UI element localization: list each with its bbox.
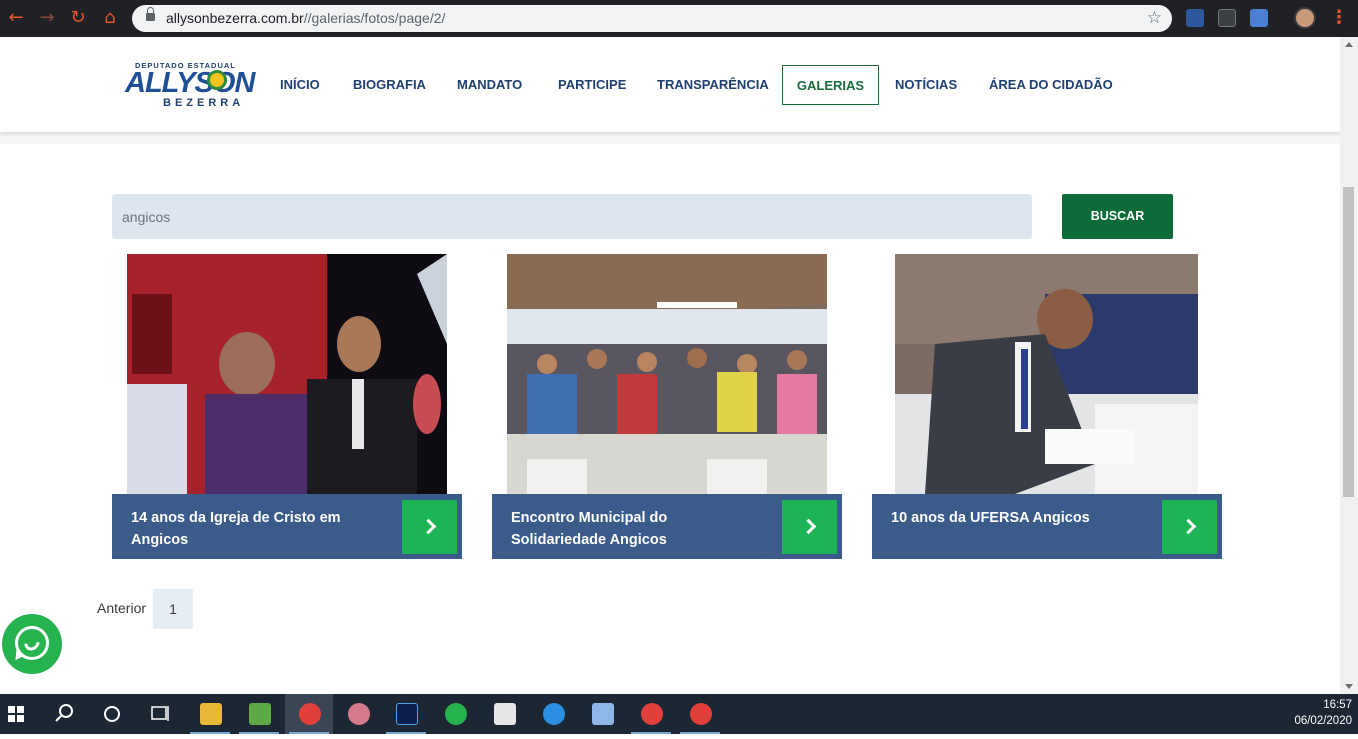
forward-icon[interactable]: → — [37, 8, 57, 28]
gallery-card[interactable]: Encontro Municipal do Solidariedade Angi… — [492, 254, 842, 559]
gallery-title[interactable]: 14 anos da Igreja de Cristo em Angicos — [131, 507, 381, 551]
photoshop-icon[interactable] — [382, 694, 430, 734]
search-input[interactable] — [112, 194, 1032, 239]
chrome-app-icon[interactable] — [285, 694, 333, 734]
gallery-card[interactable]: 10 anos da UFERSA Angicos — [872, 254, 1222, 559]
back-icon[interactable]: ← — [6, 8, 26, 28]
gallery-title[interactable]: Encontro Municipal do Solidariedade Angi… — [511, 507, 761, 551]
nav-item-biografia[interactable]: BIOGRAFIA — [353, 77, 426, 92]
file-explorer-icon[interactable] — [186, 694, 234, 734]
whatsapp-icon[interactable] — [2, 614, 62, 674]
profile-avatar[interactable] — [1294, 7, 1316, 29]
logo-name: ALLYSON — [125, 67, 255, 99]
logo-sun-icon — [207, 70, 227, 90]
whatsapp-app-icon[interactable] — [431, 694, 479, 734]
clock-time: 16:57 — [1323, 699, 1352, 711]
bookmark-star-icon[interactable]: ☆ — [1147, 8, 1162, 28]
search-button[interactable]: BUSCAR — [1062, 194, 1173, 239]
gallery-photo[interactable] — [127, 254, 447, 494]
chrome-app-icon[interactable] — [676, 694, 724, 734]
system-clock[interactable]: 16:57 06/02/2020 — [1294, 697, 1352, 729]
gallery-caption[interactable]: 14 anos da Igreja de Cristo em Angicos — [112, 494, 462, 559]
scroll-thumb[interactable] — [1343, 187, 1354, 497]
chrome-app-icon[interactable] — [627, 694, 675, 734]
chevron-right-icon[interactable] — [782, 500, 837, 554]
reload-icon[interactable]: ↻ — [68, 8, 88, 28]
pdf-app-icon[interactable] — [480, 694, 528, 734]
nav-item-mandato[interactable]: MANDATO — [457, 77, 522, 92]
home-icon[interactable]: ⌂ — [100, 8, 120, 28]
gallery-card[interactable]: 14 anos da Igreja de Cristo em Angicos — [112, 254, 462, 559]
menu-kebab-icon[interactable]: ⋮ — [1330, 8, 1348, 28]
nav-item-participe[interactable]: PARTICIPE — [558, 77, 626, 92]
gallery-title[interactable]: 10 anos da UFERSA Angicos — [891, 507, 1141, 529]
nav-item-noticias[interactable]: NOTÍCIAS — [895, 77, 957, 92]
logo-surname: BEZERRA — [163, 97, 245, 109]
translate-icon[interactable] — [1250, 9, 1268, 27]
chevron-right-icon[interactable] — [1162, 500, 1217, 554]
search-icon[interactable] — [40, 694, 88, 734]
cortana-icon[interactable] — [88, 694, 136, 734]
notepad-app-icon[interactable] — [235, 694, 283, 734]
nav-item-galerias[interactable]: GALERIAS — [782, 65, 879, 105]
address-bar[interactable]: allysonbezerra.com.br//galerias/fotos/pa… — [132, 5, 1172, 32]
lock-icon — [146, 7, 155, 21]
site-header: DEPUTADO ESTADUAL ALLYSON BEZERRA INÍCIO… — [0, 37, 1340, 132]
site-logo[interactable]: DEPUTADO ESTADUAL ALLYSON BEZERRA — [125, 61, 255, 109]
docker-app-icon[interactable] — [529, 694, 577, 734]
page-content: DEPUTADO ESTADUAL ALLYSON BEZERRA INÍCIO… — [0, 37, 1340, 694]
browser-toolbar: ← → ↻ ⌂ allysonbezerra.com.br//galerias/… — [0, 0, 1358, 37]
gallery-caption[interactable]: 10 anos da UFERSA Angicos — [872, 494, 1222, 559]
gallery-photo[interactable] — [507, 254, 827, 494]
task-view-icon[interactable] — [136, 694, 184, 734]
nav-item-inicio[interactable]: INÍCIO — [280, 77, 320, 92]
virtualbox-app-icon[interactable] — [578, 694, 626, 734]
app-icon[interactable] — [334, 694, 382, 734]
scroll-up-icon[interactable] — [1345, 42, 1353, 47]
url-text: allysonbezerra.com.br//galerias/fotos/pa… — [166, 10, 446, 26]
gallery-photo[interactable] — [895, 254, 1198, 494]
nav-item-transparencia[interactable]: TRANSPARÊNCIA — [657, 77, 769, 92]
nav-item-area-do-cidadao[interactable]: ÁREA DO CIDADÃO — [989, 77, 1113, 92]
scrollbar[interactable] — [1340, 37, 1358, 694]
extension-icon[interactable] — [1218, 9, 1236, 27]
scroll-down-icon[interactable] — [1345, 684, 1353, 689]
pagination-page[interactable]: 1 — [153, 589, 193, 629]
clock-date: 06/02/2020 — [1294, 715, 1352, 727]
pagination-previous[interactable]: Anterior — [97, 600, 146, 616]
chevron-right-icon[interactable] — [402, 500, 457, 554]
windows-taskbar: 16:57 06/02/2020 — [0, 694, 1358, 734]
header-divider — [0, 132, 1340, 144]
gallery-caption[interactable]: Encontro Municipal do Solidariedade Angi… — [492, 494, 842, 559]
extension-icon[interactable] — [1186, 9, 1204, 27]
